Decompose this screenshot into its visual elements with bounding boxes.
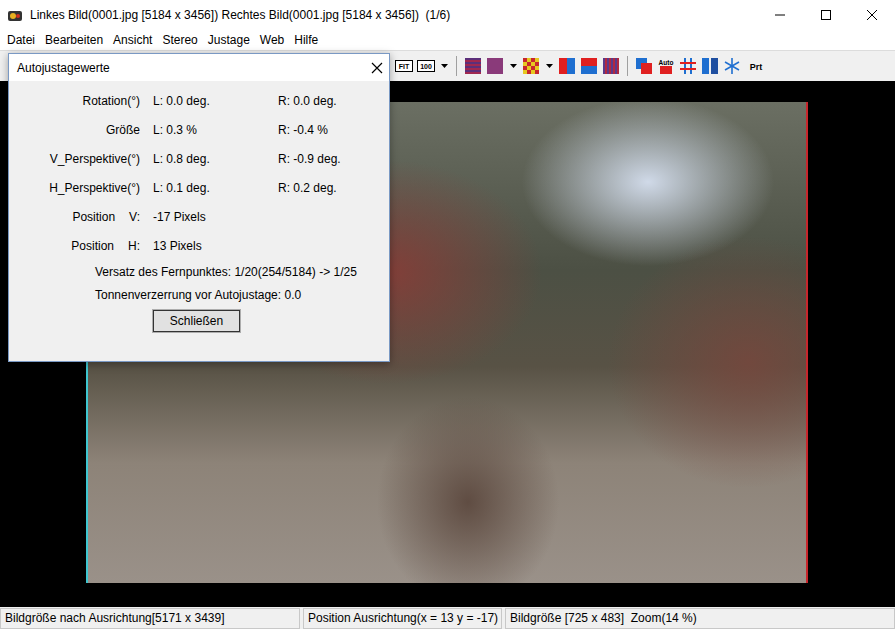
row-value: 13 Pixels — [153, 239, 265, 253]
row-label: PositionV: — [9, 210, 140, 224]
toolbar-button[interactable] — [522, 56, 540, 76]
dialog-body: Rotation(°) L: 0.0 deg. R: 0.0 deg. Größe L:… — [9, 81, 389, 333]
svg-text:100: 100 — [420, 63, 432, 70]
close-dialog-button[interactable]: Schließen — [152, 309, 241, 333]
toolbar-button[interactable] — [464, 56, 482, 76]
menu-bar: DateiBearbeitenAnsichtStereoJustageWebHi… — [0, 30, 895, 50]
toolbar-button[interactable] — [635, 56, 653, 76]
status-pane: Bildgröße nach Ausrichtung[5171 x 3439] — [0, 608, 300, 629]
left-value: L: 0.8 deg. — [153, 152, 265, 166]
print-icon: Prt — [745, 57, 767, 75]
toolbar-button[interactable] — [679, 56, 697, 76]
value-row: V_Perspektive(°) L: 0.8 deg. R: -0.9 deg. — [9, 144, 389, 173]
menu-item[interactable]: Stereo — [157, 33, 202, 47]
toolbar-button[interactable] — [701, 56, 719, 76]
fit-icon: FIT — [395, 57, 413, 75]
minimize-icon — [775, 10, 785, 20]
menu-item[interactable]: Bearbeiten — [40, 33, 108, 47]
app-icon — [0, 7, 30, 23]
right-value: R: -0.4 % — [278, 123, 389, 137]
toolbar-button[interactable]: FIT — [395, 56, 413, 76]
toolbar-separator — [627, 56, 628, 76]
toolbar-button[interactable]: 100 — [417, 56, 435, 76]
side-by-side-icon — [558, 57, 576, 75]
left-value: L: 0.3 % — [153, 123, 265, 137]
row-value: -17 Pixels — [153, 210, 265, 224]
row-label: Rotation(°) — [9, 94, 140, 108]
maximize-button[interactable] — [803, 0, 849, 30]
over-under-icon — [580, 57, 598, 75]
dropdown-arrow-icon — [546, 64, 553, 68]
title-bar: Linkes Bild(0001.jpg [5184 x 3456]) Rech… — [0, 0, 895, 30]
toolbar-button[interactable] — [486, 56, 504, 76]
grid-icon — [679, 57, 697, 75]
dialog-title-bar: Autojustagewerte — [9, 54, 389, 81]
row-label: Größe — [9, 123, 140, 137]
split-icon — [701, 57, 719, 75]
dropdown-button[interactable] — [439, 56, 449, 76]
maximize-icon — [821, 10, 831, 20]
toolbar-button[interactable]: Auto — [657, 56, 675, 76]
toolbar-button[interactable] — [602, 56, 620, 76]
left-value: L: 0.1 deg. — [153, 181, 265, 195]
anaglyph-icon — [486, 57, 504, 75]
autojustage-dialog: Autojustagewerte Rotation(°) L: 0.0 deg. R:… — [8, 53, 390, 362]
status-pane: Position Ausrichtung(x = 13 y = -17) — [303, 608, 502, 629]
menu-item[interactable]: Datei — [2, 33, 40, 47]
dialog-note: Versatz des Fernpunktes: 1/20(254/5184) … — [9, 260, 389, 283]
dropdown-arrow-icon — [441, 64, 448, 68]
column-stripes-icon — [602, 57, 620, 75]
row-axis: V: — [129, 210, 140, 224]
value-row: PositionV: -17 Pixels — [9, 202, 389, 231]
value-row: Größe L: 0.3 % R: -0.4 % — [9, 115, 389, 144]
menu-item[interactable]: Web — [255, 33, 289, 47]
row-axis: H: — [128, 239, 140, 253]
status-bar: Bildgröße nach Ausrichtung[5171 x 3439]P… — [0, 607, 895, 629]
toolbar-button[interactable]: Prt — [745, 56, 767, 76]
auto-align-icon: Auto — [657, 57, 675, 75]
toolbar-button[interactable] — [558, 56, 576, 76]
row-label: V_Perspektive(°) — [9, 152, 140, 166]
value-row: Rotation(°) L: 0.0 deg. R: 0.0 deg. — [9, 86, 389, 115]
window-title: Linkes Bild(0001.jpg [5184 x 3456]) Rech… — [30, 8, 757, 22]
menu-item[interactable]: Ansicht — [108, 33, 157, 47]
minimize-button[interactable] — [757, 0, 803, 30]
close-button[interactable] — [849, 0, 895, 30]
interlaced-icon — [464, 57, 482, 75]
svg-text:FIT: FIT — [399, 63, 410, 70]
toolbar-button[interactable] — [723, 56, 741, 76]
dialog-note: Tonnenverzerrung vor Autojustage: 0.0 — [9, 283, 389, 306]
app-window: Linkes Bild(0001.jpg [5184 x 3456]) Rech… — [0, 0, 895, 629]
right-value: R: 0.0 deg. — [278, 94, 389, 108]
right-value: R: -0.9 deg. — [278, 152, 389, 166]
checker-icon — [522, 57, 540, 75]
zoom-icon: 100 — [417, 57, 435, 75]
value-row: H_Perspektive(°) L: 0.1 deg. R: 0.2 deg. — [9, 173, 389, 202]
row-label: H_Perspektive(°) — [9, 181, 140, 195]
right-value: R: 0.2 deg. — [278, 181, 389, 195]
snowflake-icon — [723, 57, 741, 75]
close-icon — [867, 10, 877, 20]
svg-text:Prt: Prt — [750, 62, 763, 72]
dropdown-arrow-icon — [510, 64, 517, 68]
toolbar-separator — [456, 56, 457, 76]
menu-item[interactable]: Justage — [203, 33, 255, 47]
status-pane: Bildgröße [725 x 483] Zoom(14 %) — [505, 608, 895, 629]
left-value: L: 0.0 deg. — [153, 94, 265, 108]
menu-item[interactable]: Hilfe — [289, 33, 323, 47]
row-label: PositionH: — [9, 239, 140, 253]
close-icon[interactable] — [371, 62, 383, 74]
camera-icon — [7, 7, 23, 23]
toolbar-button[interactable] — [580, 56, 598, 76]
value-row: PositionH: 13 Pixels — [9, 231, 389, 260]
dropdown-button[interactable] — [508, 56, 518, 76]
dialog-title: Autojustagewerte — [17, 61, 110, 75]
overlap-icon — [635, 57, 653, 75]
dropdown-button[interactable] — [544, 56, 554, 76]
svg-text:Auto: Auto — [659, 59, 674, 66]
